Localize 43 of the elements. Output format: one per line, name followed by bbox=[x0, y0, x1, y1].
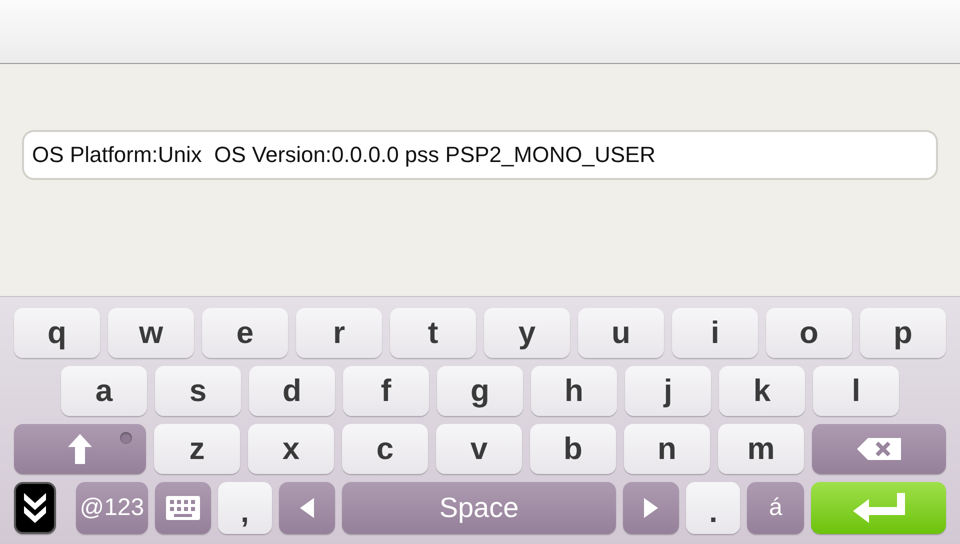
letter-key[interactable]: p bbox=[860, 308, 946, 358]
letter-key[interactable]: z bbox=[154, 424, 240, 474]
letter-key[interactable]: q bbox=[14, 308, 100, 358]
text-field[interactable]: OS Platform:Unix OS Version:0.0.0.0 pss PSP2_MONO_USER bbox=[22, 130, 938, 180]
letter-key[interactable]: f bbox=[343, 366, 429, 416]
punctuation-key[interactable]: . bbox=[686, 482, 740, 534]
hide-keyboard-key[interactable] bbox=[14, 482, 56, 534]
shift-key[interactable] bbox=[14, 424, 146, 474]
backspace-icon bbox=[857, 438, 901, 460]
letter-key[interactable]: k bbox=[719, 366, 805, 416]
keyboard-layout-key[interactable] bbox=[154, 482, 211, 534]
letter-key[interactable]: o bbox=[766, 308, 852, 358]
letter-key[interactable]: c bbox=[342, 424, 428, 474]
keyboard-icon bbox=[166, 496, 200, 520]
letter-key[interactable]: s bbox=[155, 366, 241, 416]
punctuation-key[interactable]: , bbox=[218, 482, 272, 534]
letter-key[interactable]: n bbox=[624, 424, 710, 474]
letter-key[interactable]: u bbox=[578, 308, 664, 358]
cursor-left-key[interactable] bbox=[278, 482, 335, 534]
letter-key[interactable]: i bbox=[672, 308, 758, 358]
letter-key[interactable]: j bbox=[625, 366, 711, 416]
letter-key[interactable]: v bbox=[436, 424, 522, 474]
backspace-key[interactable] bbox=[812, 424, 946, 474]
chevrons-down-icon bbox=[22, 491, 48, 525]
letter-key[interactable]: e bbox=[202, 308, 288, 358]
left-arrow-icon bbox=[300, 498, 314, 518]
letter-key[interactable]: y bbox=[484, 308, 570, 358]
enter-icon bbox=[852, 493, 905, 523]
right-arrow-icon bbox=[644, 498, 658, 518]
letter-key[interactable]: h bbox=[531, 366, 617, 416]
letter-key[interactable]: d bbox=[249, 366, 335, 416]
letter-key[interactable]: x bbox=[248, 424, 334, 474]
letter-key[interactable]: a bbox=[61, 366, 147, 416]
letter-key[interactable]: r bbox=[296, 308, 382, 358]
enter-key[interactable] bbox=[811, 482, 946, 534]
letter-key[interactable]: t bbox=[390, 308, 476, 358]
shift-icon bbox=[68, 434, 92, 464]
cursor-right-key[interactable] bbox=[623, 482, 680, 534]
letter-key[interactable]: l bbox=[813, 366, 899, 416]
letter-key[interactable]: b bbox=[530, 424, 616, 474]
letter-key[interactable]: w bbox=[108, 308, 194, 358]
letter-key[interactable]: m bbox=[718, 424, 804, 474]
letter-key[interactable]: g bbox=[437, 366, 523, 416]
